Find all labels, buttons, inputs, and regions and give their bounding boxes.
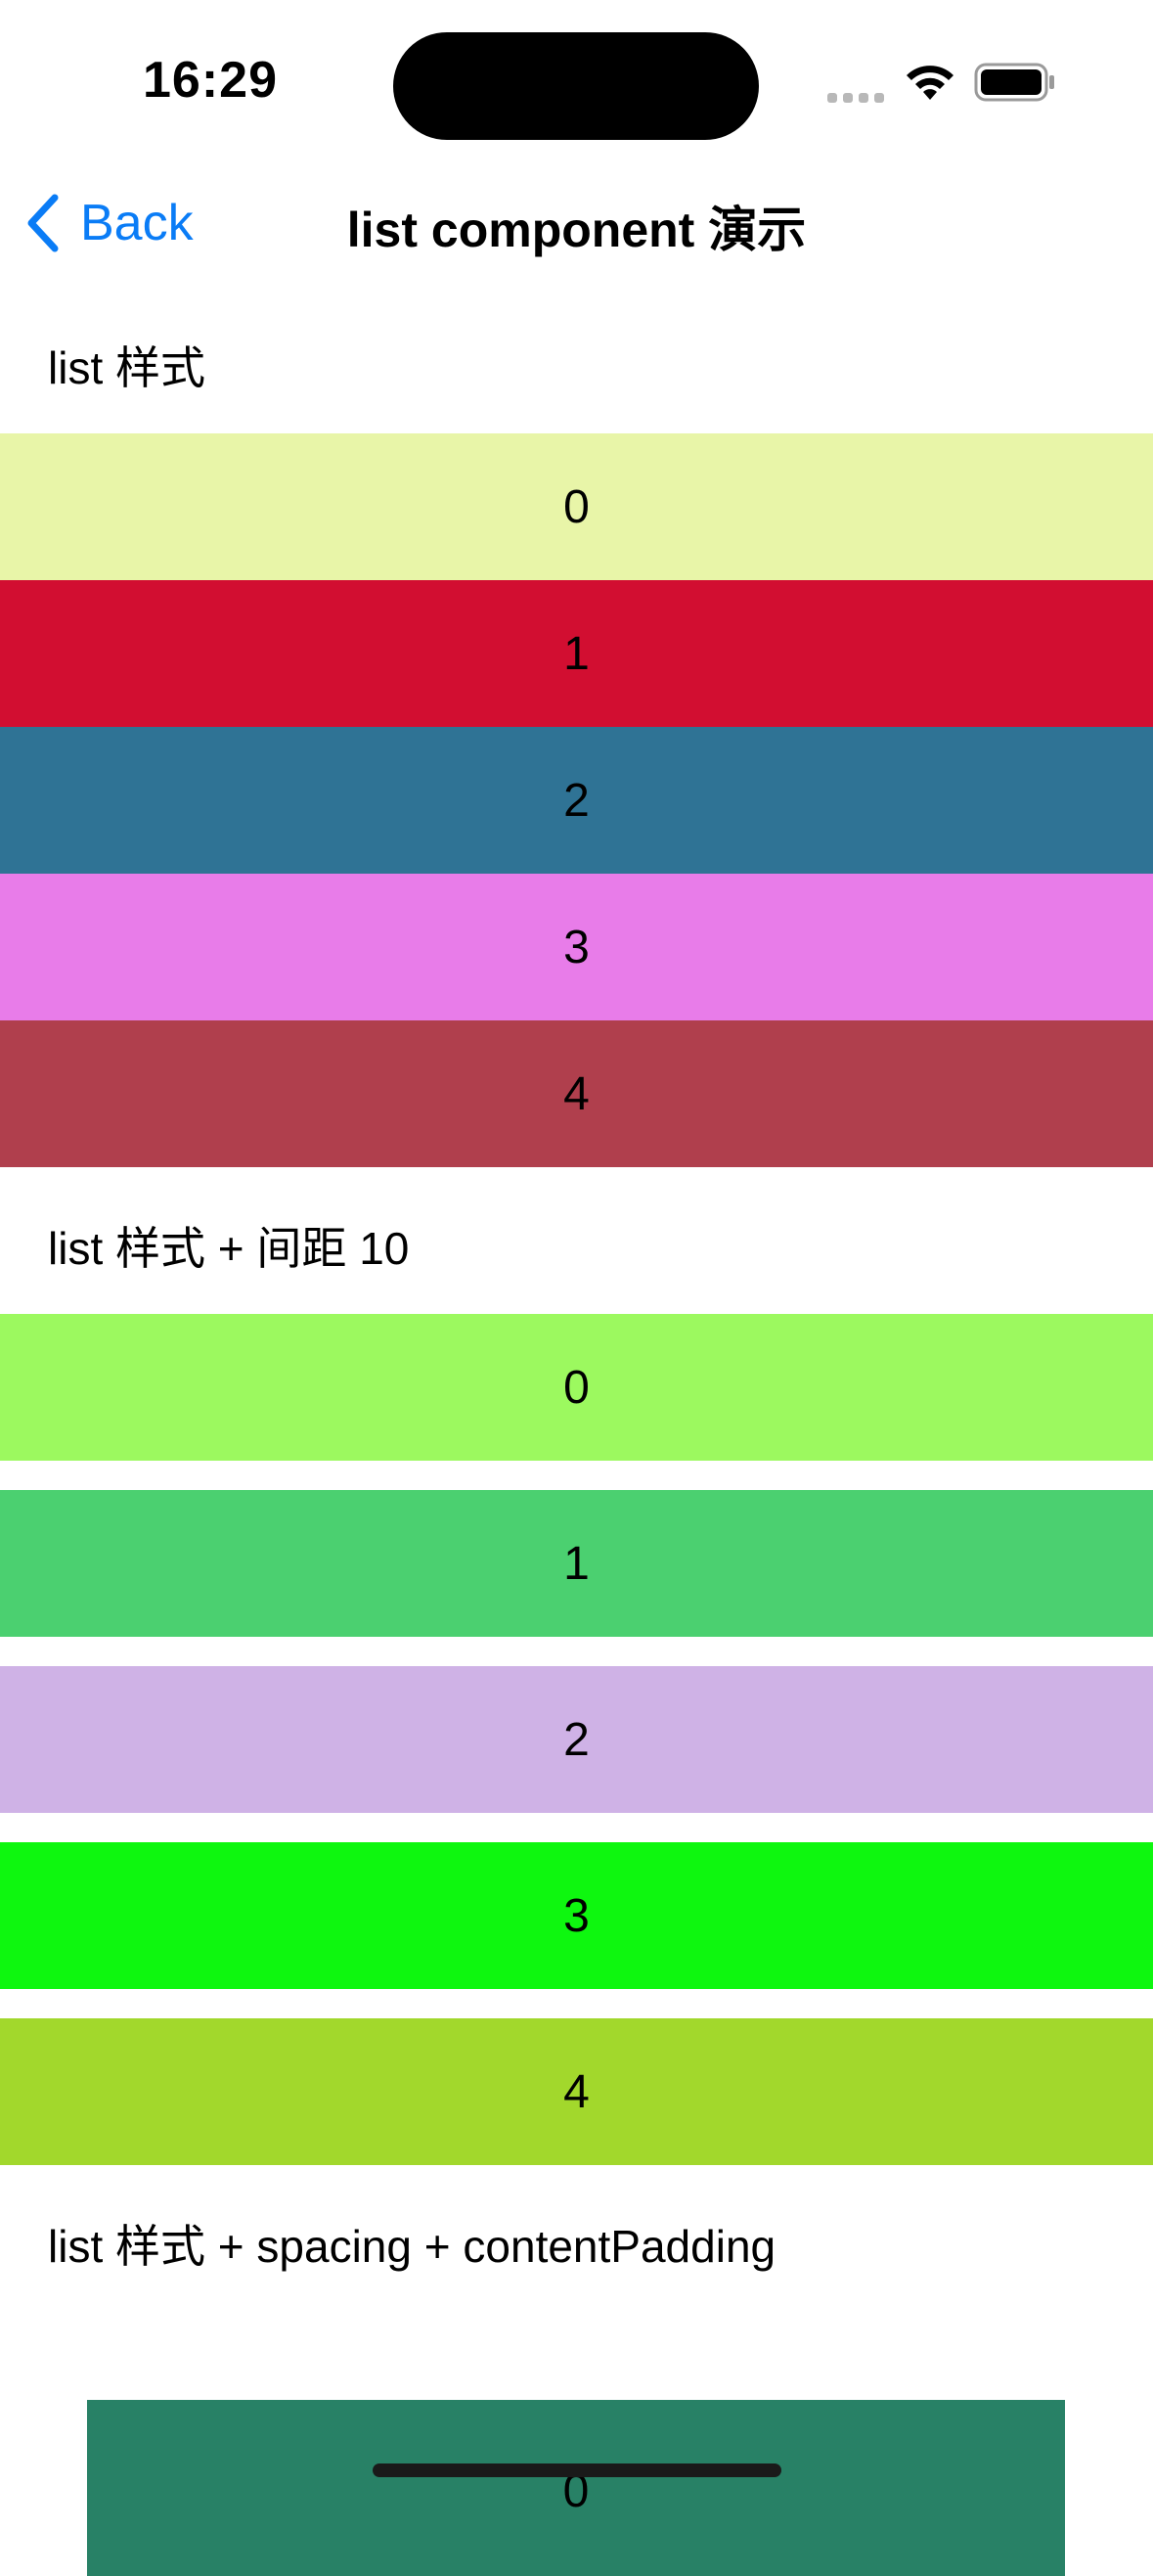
list-item-label: 4 [563,1067,590,1120]
list-item[interactable]: 4 [0,1020,1153,1167]
list-item-label: 0 [563,480,590,533]
list-item-label: 2 [563,1713,590,1766]
status-time: 16:29 [143,52,278,109]
dynamic-island [393,32,759,140]
page-title: list component 演示 [346,203,807,257]
cellular-signal-icon [827,93,886,105]
list-item[interactable]: 0 [87,2400,1065,2576]
list-item[interactable]: 3 [0,874,1153,1020]
home-indicator[interactable] [373,2463,781,2477]
list-item[interactable]: 0 [0,433,1153,580]
list-item[interactable]: 1 [0,580,1153,727]
section-label-list-spacing: list 样式 + 间距 10 [48,1223,410,1274]
list-item[interactable]: 0 [0,1314,1153,1461]
list-item[interactable]: 3 [0,1842,1153,1989]
wifi-icon [907,66,953,100]
list-item-label: 1 [563,627,590,680]
list-item-label: 0 [563,1361,590,1414]
list-item[interactable]: 1 [0,1490,1153,1637]
list-item[interactable]: 2 [0,1666,1153,1813]
list-item-label: 3 [563,1889,590,1942]
battery-icon [974,63,1054,102]
list-item[interactable]: 4 [0,2018,1153,2165]
list-item-label: 4 [563,2065,590,2118]
list-item-label: 2 [563,774,590,827]
list-item[interactable]: 2 [0,727,1153,874]
list-item-label: 1 [563,1537,590,1590]
section-label-list-content-padding: list 样式 + spacing + contentPadding [48,2221,776,2272]
section-label-list-style: list 样式 [48,342,205,393]
list-item-label: 3 [563,921,590,973]
